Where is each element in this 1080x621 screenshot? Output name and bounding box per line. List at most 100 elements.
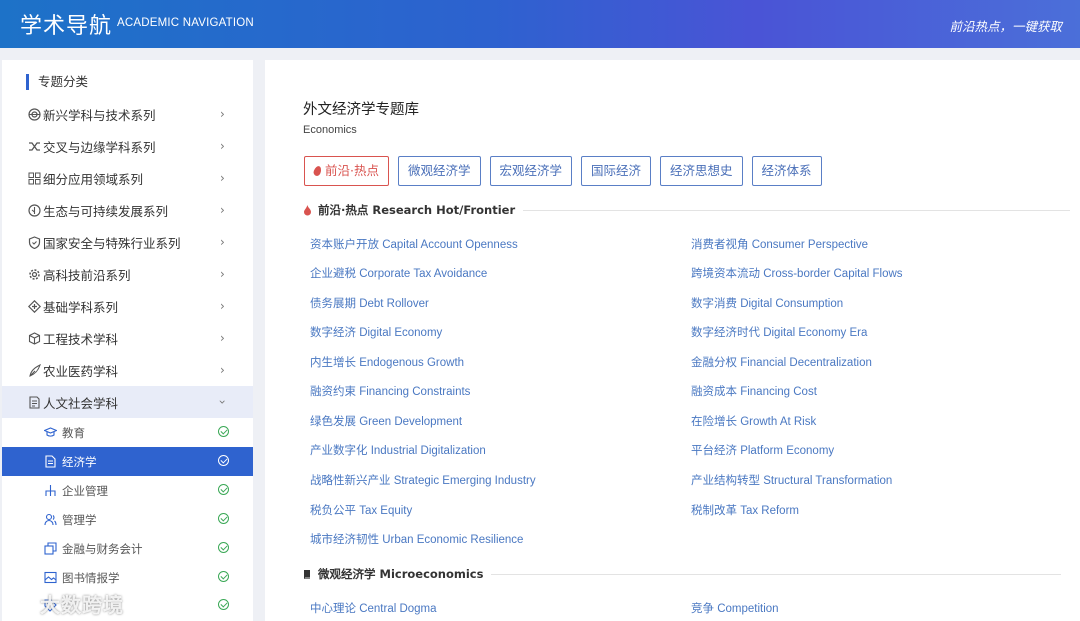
- header-slogan: 前沿热点，一键获取: [949, 19, 1062, 34]
- topic-link[interactable]: 融资成本 Financing Cost: [691, 383, 817, 399]
- sidebar-item-emerging-tech[interactable]: 新兴学科与技术系列 ›: [2, 98, 253, 130]
- chevron-right-icon: ›: [220, 267, 225, 281]
- check-circle-icon: [218, 455, 229, 466]
- check-circle-icon: [218, 426, 229, 437]
- sidebar-subitem-economics[interactable]: 经济学: [2, 447, 253, 476]
- chevron-right-icon: ›: [220, 331, 225, 345]
- book-icon: [304, 569, 310, 579]
- sidebar-item-label: 高科技前沿系列: [43, 267, 131, 283]
- sidebar-item-interdisciplinary[interactable]: 交叉与边缘学科系列 ›: [2, 130, 253, 162]
- sidebar-item-label: 细分应用领域系列: [43, 171, 144, 187]
- plant-icon: [28, 363, 41, 377]
- section-divider: [491, 573, 1062, 575]
- watermark-text: 大数跨境: [40, 593, 124, 617]
- topic-link[interactable]: 债务展期 Debt Rollover: [310, 295, 429, 311]
- sidebar-subitem-education[interactable]: 教育: [2, 418, 253, 447]
- topic-tabs: 前沿·热点 微观经济学 宏观经济学 国际经济 经济思想史 经济体系: [304, 156, 831, 186]
- topic-link[interactable]: 数字经济时代 Digital Economy Era: [691, 324, 867, 340]
- chevron-right-icon: ›: [220, 203, 225, 217]
- sidebar-item-label: 人文社会学科: [43, 395, 119, 411]
- users-icon: [44, 513, 57, 526]
- chevron-right-icon: ›: [220, 171, 225, 185]
- topic-link[interactable]: 税制改革 Tax Reform: [691, 502, 799, 518]
- sidebar-subitem-label: 教育: [62, 426, 85, 440]
- chevron-right-icon: ›: [220, 107, 225, 121]
- sidebar-subitem-management[interactable]: 管理学: [2, 505, 253, 534]
- chevron-right-icon: ›: [220, 299, 225, 313]
- gear-icon: [28, 268, 41, 281]
- plus-icon: [28, 299, 41, 313]
- category-sidebar: 专题分类 新兴学科与技术系列 › 交叉与边缘学科系列 › 细分应用领域系列 › …: [2, 60, 253, 621]
- sidebar-item-label: 基础学科系列: [43, 299, 119, 315]
- topic-link[interactable]: 绿色发展 Green Development: [310, 413, 462, 429]
- check-circle-icon: [218, 599, 229, 610]
- image-icon: [44, 571, 57, 584]
- topic-link[interactable]: 消费者视角 Consumer Perspective: [691, 236, 868, 252]
- topic-link[interactable]: 竞争 Competition: [691, 600, 779, 616]
- topic-link[interactable]: 产业结构转型 Structural Transformation: [691, 472, 892, 488]
- cube-icon: [28, 331, 41, 345]
- tab-economic-thought[interactable]: 经济思想史: [660, 156, 743, 186]
- topic-link[interactable]: 跨境资本流动 Cross-border Capital Flows: [691, 265, 903, 281]
- site-logo[interactable]: 学术导航: [20, 8, 112, 40]
- topic-link[interactable]: 平台经济 Platform Economy: [691, 442, 834, 458]
- tab-international-economics[interactable]: 国际经济: [581, 156, 652, 186]
- check-circle-icon: [218, 542, 229, 553]
- sidebar-subitem-finance-accounting[interactable]: 金融与财务会计: [2, 534, 253, 563]
- check-circle-icon: [218, 484, 229, 495]
- chevron-right-icon: ›: [220, 235, 225, 249]
- grid-icon: [28, 172, 41, 185]
- sidebar-item-national-security[interactable]: 国家安全与特殊行业系列 ›: [2, 226, 253, 258]
- topic-link[interactable]: 中心理论 Central Dogma: [310, 600, 437, 616]
- sidebar-item-label: 新兴学科与技术系列: [43, 107, 156, 123]
- sidebar-subitem-library-info[interactable]: 图书情报学: [2, 563, 253, 592]
- flame-icon: [312, 165, 323, 177]
- tab-microeconomics[interactable]: 微观经济学: [397, 156, 481, 186]
- topic-link[interactable]: 税负公平 Tax Equity: [310, 502, 412, 518]
- chevron-right-icon: ›: [220, 363, 225, 377]
- sidebar-item-engineering[interactable]: 工程技术学科 ›: [2, 322, 253, 354]
- tab-economic-systems[interactable]: 经济体系: [751, 156, 822, 186]
- topic-link[interactable]: 产业数字化 Industrial Digitalization: [310, 442, 486, 458]
- topic-link[interactable]: 数字消费 Digital Consumption: [691, 295, 843, 311]
- sidebar-item-label: 交叉与边缘学科系列: [43, 139, 156, 155]
- shuffle-icon: [28, 140, 41, 153]
- section-divider: [523, 209, 1071, 211]
- sidebar-item-agri-medicine[interactable]: 农业医药学科 ›: [2, 354, 253, 386]
- watermark-logo-icon: [11, 596, 36, 612]
- shield-icon: [28, 235, 41, 249]
- sidebar-subitem-label: 金融与财务会计: [62, 542, 143, 556]
- atom-icon: [28, 107, 41, 121]
- topic-link[interactable]: 数字经济 Digital Economy: [310, 324, 442, 340]
- sidebar-subitem-business-management[interactable]: 企业管理: [2, 476, 253, 505]
- topic-link[interactable]: 内生增长 Endogenous Growth: [310, 354, 464, 370]
- sidebar-title: 专题分类: [26, 74, 88, 90]
- flame-icon: [304, 204, 311, 215]
- topic-link[interactable]: 城市经济韧性 Urban Economic Resilience: [310, 531, 523, 547]
- tab-label: 前沿·热点: [325, 163, 379, 178]
- topic-link[interactable]: 资本账户开放 Capital Account Openness: [310, 236, 518, 252]
- app-header: 学术导航 ACADEMIC NAVIGATION 前沿热点，一键获取: [0, 0, 1080, 48]
- topic-link[interactable]: 战略性新兴产业 Strategic Emerging Industry: [310, 472, 536, 488]
- topic-link[interactable]: 企业避税 Corporate Tax Avoidance: [310, 265, 487, 281]
- chevron-down-icon: ›: [215, 399, 230, 405]
- site-logo-english: ACADEMIC NAVIGATION: [117, 17, 254, 29]
- topic-link[interactable]: 在险增长 Growth At Risk: [691, 413, 816, 429]
- topic-link[interactable]: 金融分权 Financial Decentralization: [691, 354, 872, 370]
- sidebar-item-humanities[interactable]: 人文社会学科 ›: [2, 386, 253, 418]
- sidebar-item-basic-sciences[interactable]: 基础学科系列 ›: [2, 290, 253, 322]
- sidebar-item-label: 农业医药学科: [43, 363, 119, 379]
- tab-hot-frontier[interactable]: 前沿·热点: [304, 156, 389, 186]
- stack-icon: [44, 542, 57, 555]
- page-title: 外文经济学专题库: [303, 102, 419, 118]
- topic-link[interactable]: 融资约束 Financing Constraints: [310, 383, 470, 399]
- sidebar-item-ecology[interactable]: 生态与可持续发展系列 ›: [2, 194, 253, 226]
- page-subtitle: Economics: [303, 124, 357, 136]
- sidebar-item-high-tech[interactable]: 高科技前沿系列 ›: [2, 258, 253, 290]
- sidebar-item-label: 工程技术学科: [43, 331, 119, 347]
- section-heading-hot: 前沿·热点 Research Hot/Frontier: [303, 202, 1071, 218]
- graduation-cap-icon: [43, 426, 58, 439]
- sidebar-item-applied-fields[interactable]: 细分应用领域系列 ›: [2, 162, 253, 194]
- tab-macroeconomics[interactable]: 宏观经济学: [489, 156, 573, 186]
- book-icon: [28, 395, 41, 409]
